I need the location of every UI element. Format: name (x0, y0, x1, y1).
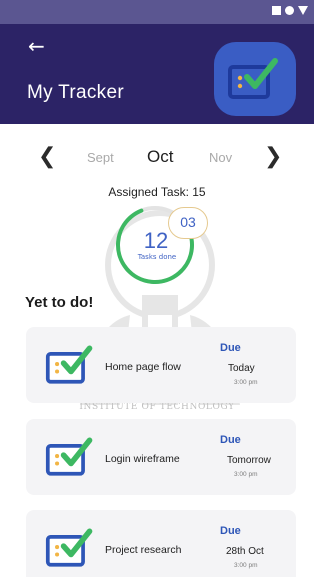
task-name: Project research (105, 544, 182, 556)
tasks-done-count: 12 (0, 228, 314, 254)
tasks-done-text: Tasks done (137, 253, 177, 261)
tracker-screen: ← My Tracker ❮ Sept Oct Nov ❯ Assigned T… (0, 0, 314, 577)
section-title: Yet to do! (25, 294, 94, 311)
task-card[interactable]: Project research Due 28th Oct 3:00 pm (26, 510, 296, 577)
assigned-task-count: Assigned Task: 15 (108, 185, 206, 199)
square-icon (272, 6, 281, 15)
task-check-icon (45, 528, 93, 567)
due-label: Due (220, 525, 241, 537)
due-time: 3:00 pm (234, 471, 258, 478)
task-card[interactable]: Home page flow Due Today 3:00 pm (26, 327, 296, 403)
watermark-text: INSTITUTE OF TECHNOLOGY (79, 402, 235, 412)
month-previous[interactable]: Sept (87, 150, 114, 165)
month-selector: ❮ Sept Oct Nov ❯ (0, 140, 314, 180)
due-day: Tomorrow (227, 455, 271, 466)
triangle-icon (298, 6, 308, 15)
task-name: Home page flow (105, 361, 181, 373)
status-bar (0, 0, 314, 24)
status-icons (272, 6, 308, 15)
tasks-done-label: Tasks done (0, 253, 314, 261)
due-label: Due (220, 434, 241, 446)
month-current: Oct (147, 147, 174, 166)
month-next[interactable]: Nov (209, 150, 232, 165)
task-check-icon (228, 58, 278, 99)
task-card[interactable]: Login wireframe Due Tomorrow 3:00 pm (26, 419, 296, 495)
page-title: My Tracker (27, 82, 124, 103)
chevron-left-icon[interactable]: ❮ (38, 144, 56, 170)
task-name: Login wireframe (105, 453, 180, 465)
due-day: 28th Oct (226, 546, 264, 557)
due-label: Due (220, 342, 241, 354)
remaining-tasks-badge: 03 (168, 207, 208, 239)
app-header: ← My Tracker (0, 24, 314, 124)
arrow-left-icon[interactable]: ← (28, 34, 45, 58)
due-time: 3:00 pm (234, 379, 258, 386)
task-check-icon (45, 345, 93, 384)
circle-icon (285, 6, 294, 15)
chevron-right-icon[interactable]: ❯ (264, 144, 282, 170)
due-day: Today (228, 363, 255, 374)
task-check-icon (45, 437, 93, 476)
due-time: 3:00 pm (234, 562, 258, 569)
header-badge (214, 42, 296, 116)
